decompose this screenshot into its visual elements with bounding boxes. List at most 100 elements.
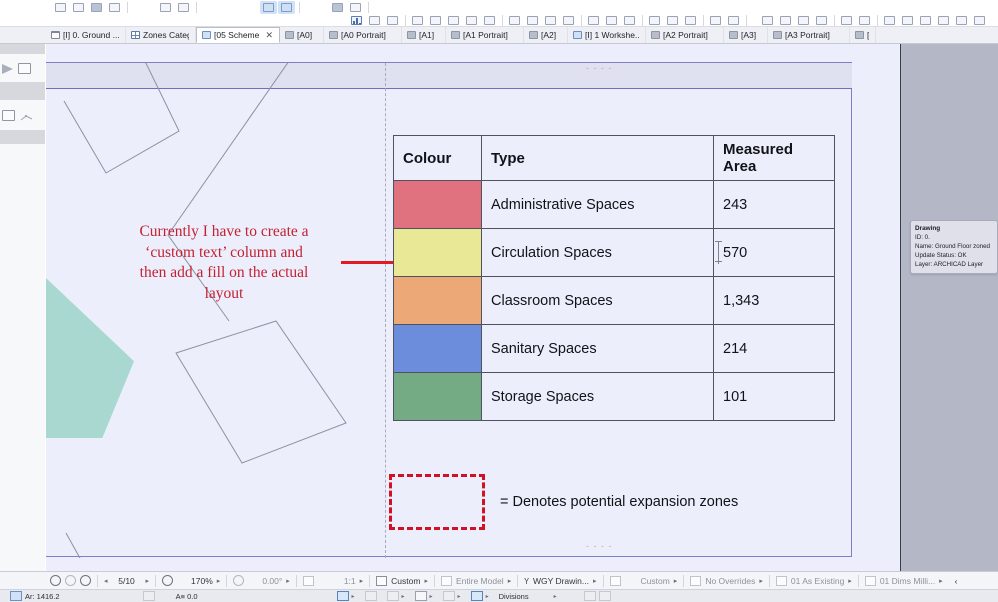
tab-4[interactable]: [A0 Portrait] (324, 27, 402, 43)
tab-8[interactable]: [I] 1 Workshe... (568, 27, 646, 43)
overrides-dropdown-icon[interactable]: ▸ (759, 577, 763, 585)
cell-colour-swatch[interactable] (394, 181, 482, 229)
tab-12[interactable]: [A (850, 27, 876, 43)
status-page-nav[interactable]: ◂ 5/10 ▸ (98, 576, 155, 586)
redo-icon[interactable] (175, 1, 192, 14)
area-tool-icon[interactable] (10, 591, 22, 601)
dimension-style-icon[interactable] (865, 576, 876, 586)
guide-tool-caret-icon[interactable]: ▸ (458, 593, 461, 600)
sidebar-panel-navigator[interactable] (0, 54, 45, 82)
status-zoom-tools[interactable] (0, 575, 97, 586)
zoom-dropdown-icon[interactable]: ▸ (217, 577, 221, 585)
status-renovation-filter[interactable]: 01 As Existing ▸ (770, 576, 858, 586)
page-next-icon[interactable]: ▸ (146, 577, 150, 585)
orientation-icon[interactable] (233, 575, 244, 586)
model-view-icon[interactable] (441, 576, 452, 586)
list-icon[interactable] (759, 14, 776, 27)
tab-11[interactable]: [A3 Portrait] (768, 27, 850, 43)
page-prev-icon[interactable]: ◂ (104, 577, 108, 585)
cell-measured-area[interactable]: 1,343 (714, 277, 835, 325)
tab-1[interactable]: Zones Categ... (126, 27, 196, 43)
print-icon[interactable] (106, 1, 123, 14)
info-pencil-tool[interactable] (360, 591, 382, 601)
layer-combination-dropdown-icon[interactable]: ▸ (593, 577, 597, 585)
info-divisions-dropdown[interactable]: ▸ (534, 593, 562, 600)
red-annotation-text[interactable]: Currently I have to create a ‘custom tex… (94, 222, 354, 304)
settings-icon[interactable] (777, 14, 794, 27)
header-colour[interactable]: Colour (394, 136, 482, 181)
status-scale[interactable]: 1:1 ▸ (297, 576, 369, 586)
table-row[interactable]: Administrative Spaces243 (394, 181, 835, 229)
model-view-dropdown-icon[interactable]: ▸ (508, 577, 512, 585)
file-group[interactable] (52, 1, 124, 14)
table-row[interactable]: Classroom Spaces1,343 (394, 277, 835, 325)
zone-schedule-table[interactable]: Colour Type Measured Area Administrative… (393, 135, 835, 421)
tab-7[interactable]: [A2] (524, 27, 568, 43)
cell-type[interactable]: Administrative Spaces (482, 181, 714, 229)
edit-group[interactable] (157, 1, 193, 14)
check-tool-icon[interactable] (471, 591, 483, 601)
cell-measured-area[interactable]: 214 (714, 325, 835, 373)
snap-tool-caret-icon[interactable]: ▸ (430, 593, 433, 600)
corner-icon[interactable] (506, 14, 523, 27)
cell-colour-swatch[interactable] (394, 277, 482, 325)
zoom-detail-icon[interactable] (366, 14, 383, 27)
chain-icon[interactable] (838, 14, 855, 27)
status-model-view[interactable]: Entire Model ▸ (435, 576, 517, 586)
tab-2[interactable]: [05 Scheme A ...✕ (196, 27, 280, 43)
extra-tool-1-icon[interactable] (584, 591, 596, 601)
zoom-fit-icon[interactable] (162, 575, 173, 586)
sidebar-row-info[interactable] (2, 110, 33, 121)
check-tool-caret-icon[interactable]: ▸ (486, 593, 489, 600)
save-icon[interactable] (88, 1, 105, 14)
info-guide-tool[interactable]: ▸ (438, 591, 466, 601)
pan-icon[interactable] (50, 575, 61, 586)
guide-tool-icon[interactable] (443, 591, 455, 601)
duplicate-icon[interactable] (899, 14, 916, 27)
pen-set-dropdown-icon[interactable]: ▸ (424, 577, 428, 585)
extra-tool-2-icon[interactable] (599, 591, 611, 601)
line-tool-icon[interactable] (387, 591, 399, 601)
document-tab-bar[interactable]: [I] 0. Ground ...Zones Categ...[05 Schem… (0, 27, 998, 44)
left-tool-sidebar[interactable] (0, 44, 45, 571)
arrow-tool-caret-icon[interactable]: ▸ (352, 593, 355, 600)
prev-icon[interactable] (329, 1, 346, 14)
cell-type[interactable]: Classroom Spaces (482, 277, 714, 325)
split-icon[interactable] (445, 14, 462, 27)
table-row[interactable]: Sanitary Spaces214 (394, 325, 835, 373)
status-more[interactable]: ‹ (949, 576, 964, 586)
tab-9[interactable]: [A2 Portrait] (646, 27, 724, 43)
table-row[interactable]: Storage Spaces101 (394, 373, 835, 421)
ungroup-icon[interactable] (725, 14, 742, 27)
cell-type[interactable]: Sanitary Spaces (482, 325, 714, 373)
cell-type[interactable]: Storage Spaces (482, 373, 714, 421)
sidebar-row-navigator[interactable] (2, 63, 31, 74)
bottom-status-bar[interactable]: ◂ 5/10 ▸ 170% ▸ 0.00° ▸ 1:1 ▸ Custom ▸ (0, 571, 998, 589)
status-angle[interactable]: 0.00° ▸ (227, 575, 296, 586)
trim-icon[interactable] (524, 14, 541, 27)
nav-group[interactable] (329, 1, 365, 14)
info-snap-tool[interactable]: ▸ (410, 591, 438, 601)
tab-close-icon[interactable]: ✕ (265, 30, 273, 41)
status-zoom[interactable]: 170% ▸ (156, 575, 226, 586)
renovation-filter-dropdown-icon[interactable]: ▸ (848, 577, 852, 585)
info-extra-1[interactable] (562, 591, 616, 601)
info-check-tool[interactable]: ▸ (466, 591, 494, 601)
mirror-icon[interactable] (971, 14, 988, 27)
chart-icon[interactable] (348, 14, 365, 27)
dimension-style-dropdown-icon[interactable]: ▸ (939, 577, 943, 585)
view-group[interactable] (260, 1, 296, 14)
cell-type[interactable]: Circulation Spaces (482, 229, 714, 277)
cell-measured-area[interactable]: 101 (714, 373, 835, 421)
status-pen-set[interactable]: Custom ▸ (370, 576, 434, 586)
tab-6[interactable]: [A1 Portrait] (446, 27, 524, 43)
offset-icon[interactable] (621, 14, 638, 27)
copy-icon[interactable] (542, 14, 559, 27)
arrow-tool-icon[interactable] (337, 591, 349, 601)
line-tool-caret-icon[interactable]: ▸ (402, 593, 405, 600)
header-type[interactable]: Type (482, 136, 714, 181)
group-icon[interactable] (707, 14, 724, 27)
doc-icon[interactable] (52, 1, 69, 14)
roof-icon[interactable] (18, 63, 31, 74)
undo-icon[interactable] (157, 1, 174, 14)
